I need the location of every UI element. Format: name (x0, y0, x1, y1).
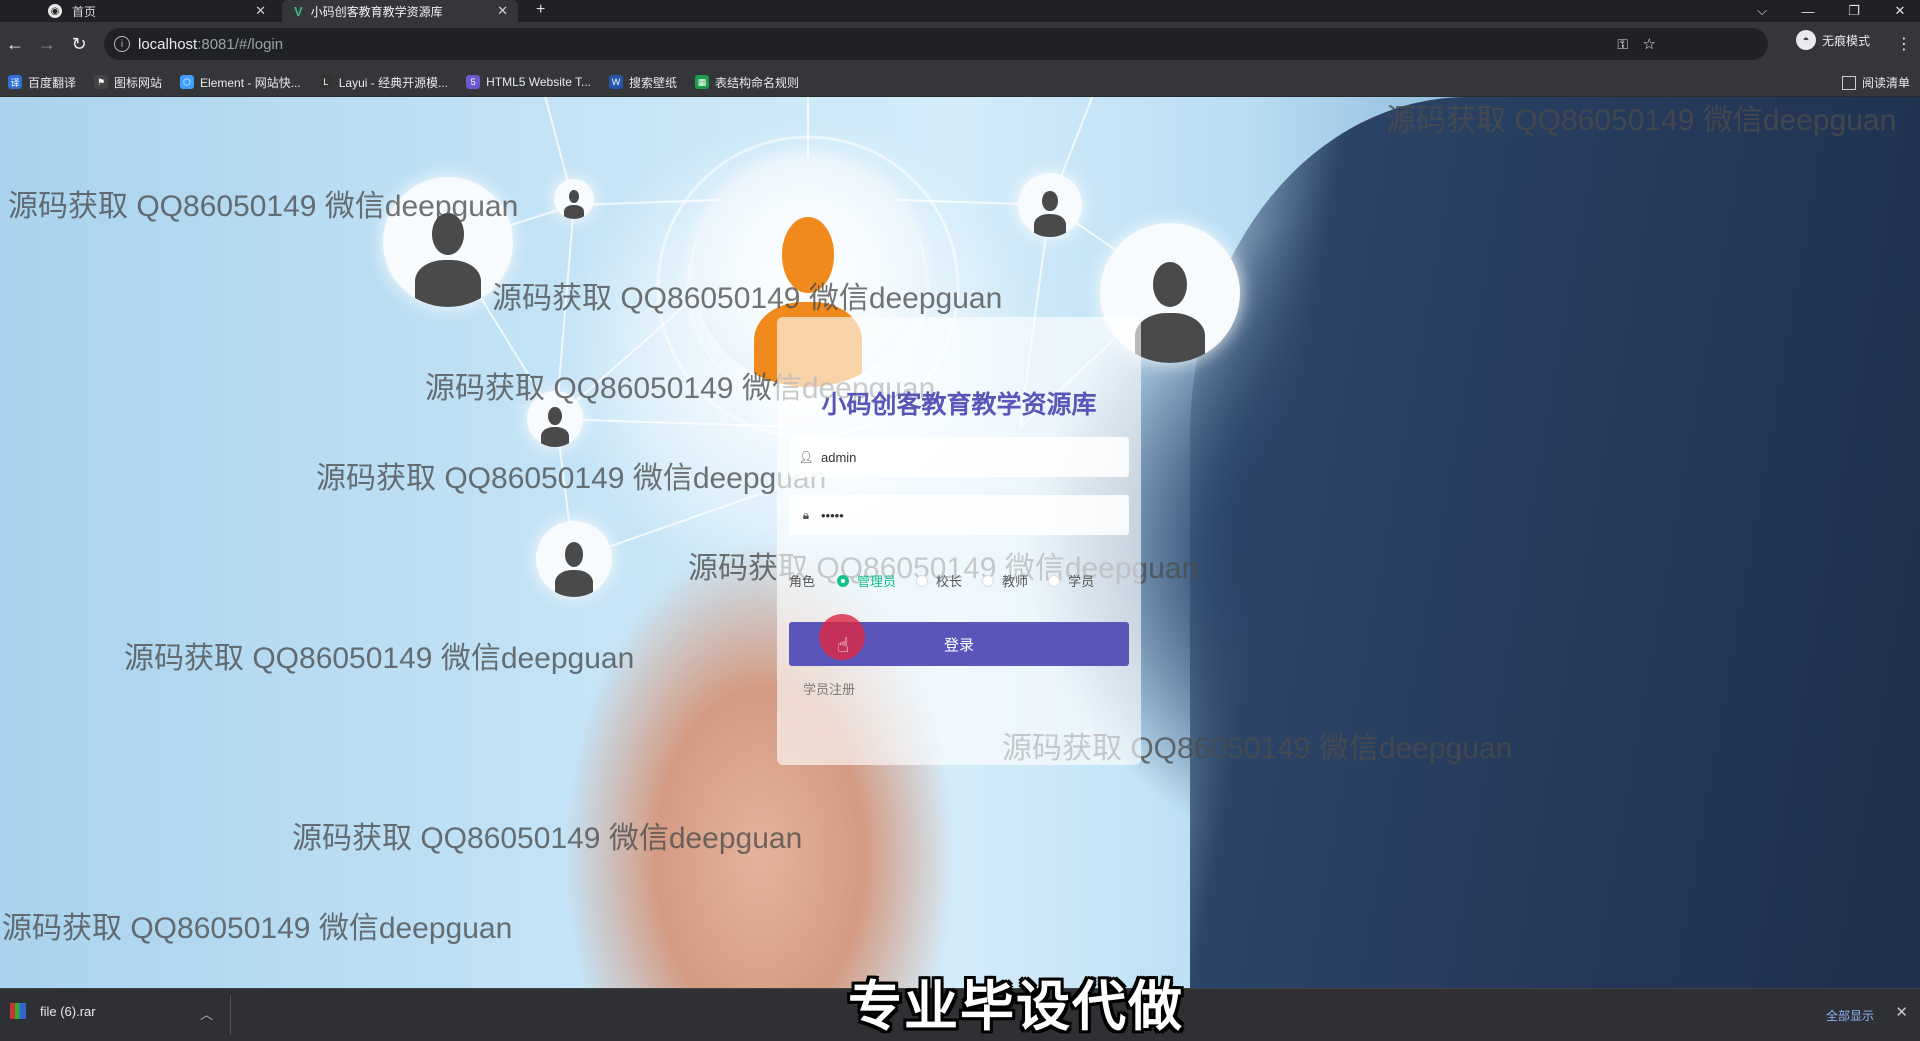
show-all-link[interactable]: 全部显示 (1826, 1007, 1874, 1024)
reading-list[interactable]: 阅读清单 (1841, 74, 1910, 91)
reading-list-icon (1841, 75, 1856, 90)
site-info-icon[interactable]: i (114, 36, 130, 52)
reload-icon[interactable]: ↻ (68, 33, 90, 55)
tab-search-button[interactable]: ⌵ (1742, 0, 1782, 22)
tab-home[interactable]: ◉ 首页 ✕ (36, 0, 276, 22)
watermark-text: 源码获取 QQ86050149 微信deepguan (1386, 104, 1897, 137)
url-text[interactable]: localhost:8081/#/login (138, 36, 283, 53)
password-field[interactable]: 🔒︎ ••••• (789, 495, 1129, 535)
bookmark-item[interactable]: L Layui - 经典开源模... (318, 74, 448, 91)
watermark-text: 源码获取 QQ86050149 微信deepguan (2, 912, 513, 945)
bookmark-item[interactable]: W 搜索壁纸 (609, 74, 677, 91)
key-icon[interactable]: ⚿ (1617, 36, 1628, 53)
role-radio-principal[interactable]: 校长 (916, 571, 962, 590)
watermark-text: 源码获取 QQ86050149 微信deepguan (8, 190, 519, 223)
browser-toolbar: ← → ↻ i localhost:8081/#/login ⚿ ☆ ◓ 无痕模… (0, 22, 1920, 68)
page-viewport: 源码获取 QQ86050149 微信deepguan 源码获取 QQ860501… (0, 97, 1920, 988)
close-icon[interactable]: ✕ (1895, 1003, 1908, 1021)
tab-strip: ◉ 首页 ✕ V 小码创客教育教学资源库 ✕ + ⌵ — ❐ ✕ (0, 0, 1920, 22)
watermark-text: 源码获取 QQ86050149 微信deepguan (492, 282, 1003, 315)
role-label: 角色 (789, 574, 816, 589)
incognito-icon: ◓ (1796, 30, 1816, 50)
person-avatar-icon (536, 521, 612, 597)
hand-cursor-icon: ☝ (837, 635, 850, 657)
watermark-text: 源码获取 QQ86050149 微信deepguan (124, 642, 635, 675)
chevron-up-icon[interactable]: ︿ (200, 1004, 213, 1023)
baidu-translate-icon: 译 (8, 75, 22, 89)
incognito-indicator[interactable]: ◓ 无痕模式 (1796, 30, 1870, 50)
bookmark-item[interactable]: 译百度翻译 (8, 74, 76, 91)
address-bar[interactable]: i localhost:8081/#/login ⚿ ☆ (104, 28, 1768, 60)
restore-button[interactable]: ❐ (1834, 0, 1874, 22)
forward-arrow-icon[interactable]: → (36, 33, 58, 55)
tab-home-label: 首页 (72, 4, 97, 19)
close-window-button[interactable]: ✕ (1880, 0, 1920, 22)
user-icon: 👤︎ (798, 450, 814, 464)
bookmark-item[interactable]: ⬡ Element - 网站快... (180, 74, 301, 91)
vue-icon: V (294, 3, 303, 19)
bookmark-item[interactable]: 5 HTML5 Website T... (466, 75, 591, 89)
role-selector: 角色 管理员 校长 教师 学员 (789, 571, 1114, 590)
bookmarks-bar: 译百度翻译 ⚑ 图标网站 ⬡ Element - 网站快... L Layui - 经… (0, 68, 1920, 97)
close-tab-icon[interactable]: ✕ (497, 3, 508, 19)
person-avatar-icon (1018, 173, 1082, 237)
bookmark-star-icon[interactable]: ☆ (1643, 35, 1656, 53)
lock-icon: 🔒︎ (802, 507, 810, 522)
bookmark-item[interactable]: ▦ 表结构命名规则 (695, 74, 799, 91)
login-card: 小码创客教育教学资源库 👤︎ admin 🔒︎ ••••• 角色 管理员 校长 … (777, 317, 1141, 765)
watermark-text: 源码获取 QQ86050149 微信deepguan (292, 822, 803, 855)
layui-icon: L (318, 75, 333, 89)
archive-icon (10, 1003, 26, 1019)
username-value[interactable]: admin (821, 450, 856, 465)
more-menu-icon[interactable]: ⋮ (1896, 34, 1912, 54)
person-avatar-icon (554, 179, 594, 219)
role-radio-admin[interactable]: 管理员 (837, 571, 896, 590)
divider (230, 995, 231, 1035)
username-field[interactable]: 👤︎ admin (789, 437, 1129, 477)
back-arrow-icon[interactable]: ← (4, 33, 26, 55)
video-caption: 专业毕设代做 (848, 977, 1184, 1037)
table-icon: ▦ (695, 75, 710, 89)
globe-icon: ◉ (48, 4, 62, 18)
html5-icon: 5 (466, 75, 481, 89)
role-radio-teacher[interactable]: 教师 (982, 571, 1028, 590)
download-item[interactable]: file (6).rar (10, 1003, 96, 1019)
watermark-text: 源码获取 QQ86050149 微信deepguan (316, 462, 827, 495)
tab-login[interactable]: V 小码创客教育教学资源库 ✕ (282, 0, 518, 22)
password-value[interactable]: ••••• (821, 508, 844, 523)
suit-arm (1190, 97, 1920, 988)
role-radio-student[interactable]: 学员 (1048, 571, 1094, 590)
new-tab-button[interactable]: + (536, 1, 545, 19)
flag-icon: ⚑ (94, 75, 109, 89)
close-tab-icon[interactable]: ✕ (255, 3, 266, 19)
element-icon: ⬡ (180, 75, 195, 89)
register-link[interactable]: 学员注册 (803, 679, 855, 698)
tab-login-label: 小码创客教育教学资源库 (310, 4, 443, 19)
minimize-button[interactable]: — (1788, 0, 1828, 22)
bookmark-item[interactable]: ⚑ 图标网站 (94, 74, 162, 91)
incognito-label: 无痕模式 (1822, 33, 1871, 48)
wallpaper-icon: W (609, 75, 624, 89)
page-title: 小码创客教育教学资源库 (821, 391, 1097, 419)
download-filename: file (6).rar (40, 1003, 96, 1019)
